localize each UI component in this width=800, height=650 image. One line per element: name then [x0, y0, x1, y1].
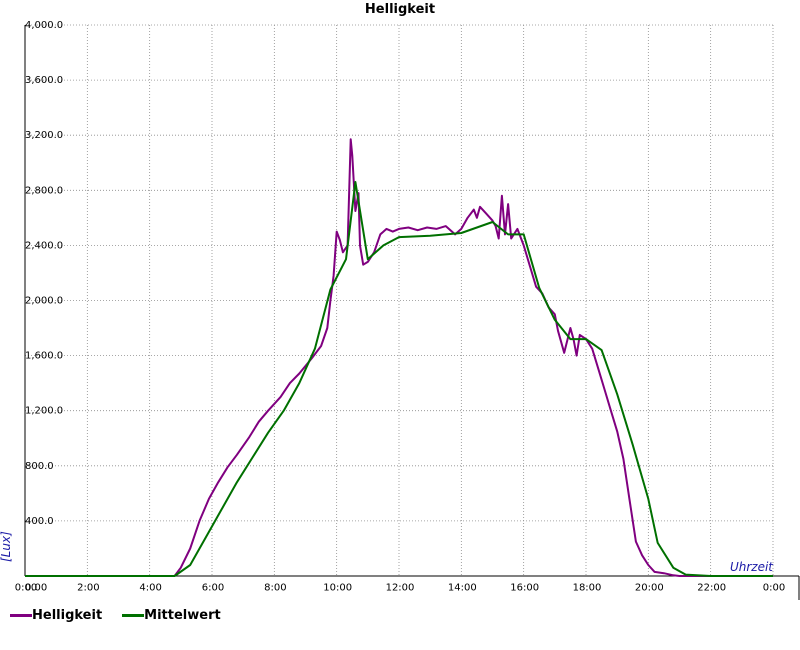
y-tick-label: 1,600.0: [25, 351, 63, 362]
legend-swatch-helligkeit: [10, 614, 32, 617]
line-chart: Helligkeit 4,000.0 3,600.0 3,200.0 2,800.0 2…: [0, 2, 800, 600]
y-tick-label: 2,400.0: [25, 240, 63, 251]
x-tick-label: 10:00: [323, 582, 352, 593]
x-tick-label: 22:00: [697, 582, 726, 593]
x-tick-label: 12:00: [386, 582, 415, 593]
y-tick-label: 800.0: [25, 461, 54, 472]
x-tick-labels: 0:00 2:00 4:00 6:00 8:00 10:00 12:00 14:00 16:00…: [15, 582, 785, 593]
y-tick-label: 2,800.0: [25, 185, 63, 196]
x-tick-label: 20:00: [635, 582, 664, 593]
x-tick-label: 4:00: [139, 582, 161, 593]
x-tick-label: 2:00: [77, 582, 99, 593]
legend-label-mittelwert: Mittelwert: [144, 608, 221, 623]
x-tick-label: 0:00: [763, 582, 785, 593]
x-tick-label: 14:00: [448, 582, 477, 593]
x-tick-label: 0:00: [15, 582, 37, 593]
y-tick-label: 4,000.0: [25, 20, 63, 31]
x-tick-label: 16:00: [510, 582, 539, 593]
legend: Helligkeit Mittelwert: [10, 608, 221, 623]
y-tick-label: 3,600.0: [25, 75, 63, 86]
y-tick-label: 1,200.0: [25, 406, 63, 417]
legend-label-helligkeit: Helligkeit: [32, 608, 103, 623]
y-tick-label: 2,000.0: [25, 296, 63, 307]
legend-item-mittelwert: Mittelwert: [122, 608, 221, 623]
legend-item-helligkeit: Helligkeit: [10, 608, 102, 623]
y-tick-label: 3,200.0: [25, 130, 63, 141]
x-tick-label: 18:00: [573, 582, 602, 593]
x-axis-label: Uhrzeit: [730, 560, 774, 574]
y-axis-label: [Lux]: [0, 531, 13, 562]
x-tick-label: 6:00: [202, 582, 224, 593]
chart-title: Helligkeit: [365, 2, 435, 17]
y-tick-label: 400.0: [25, 516, 54, 527]
legend-swatch-mittelwert: [122, 614, 145, 617]
x-tick-label: 8:00: [264, 582, 286, 593]
